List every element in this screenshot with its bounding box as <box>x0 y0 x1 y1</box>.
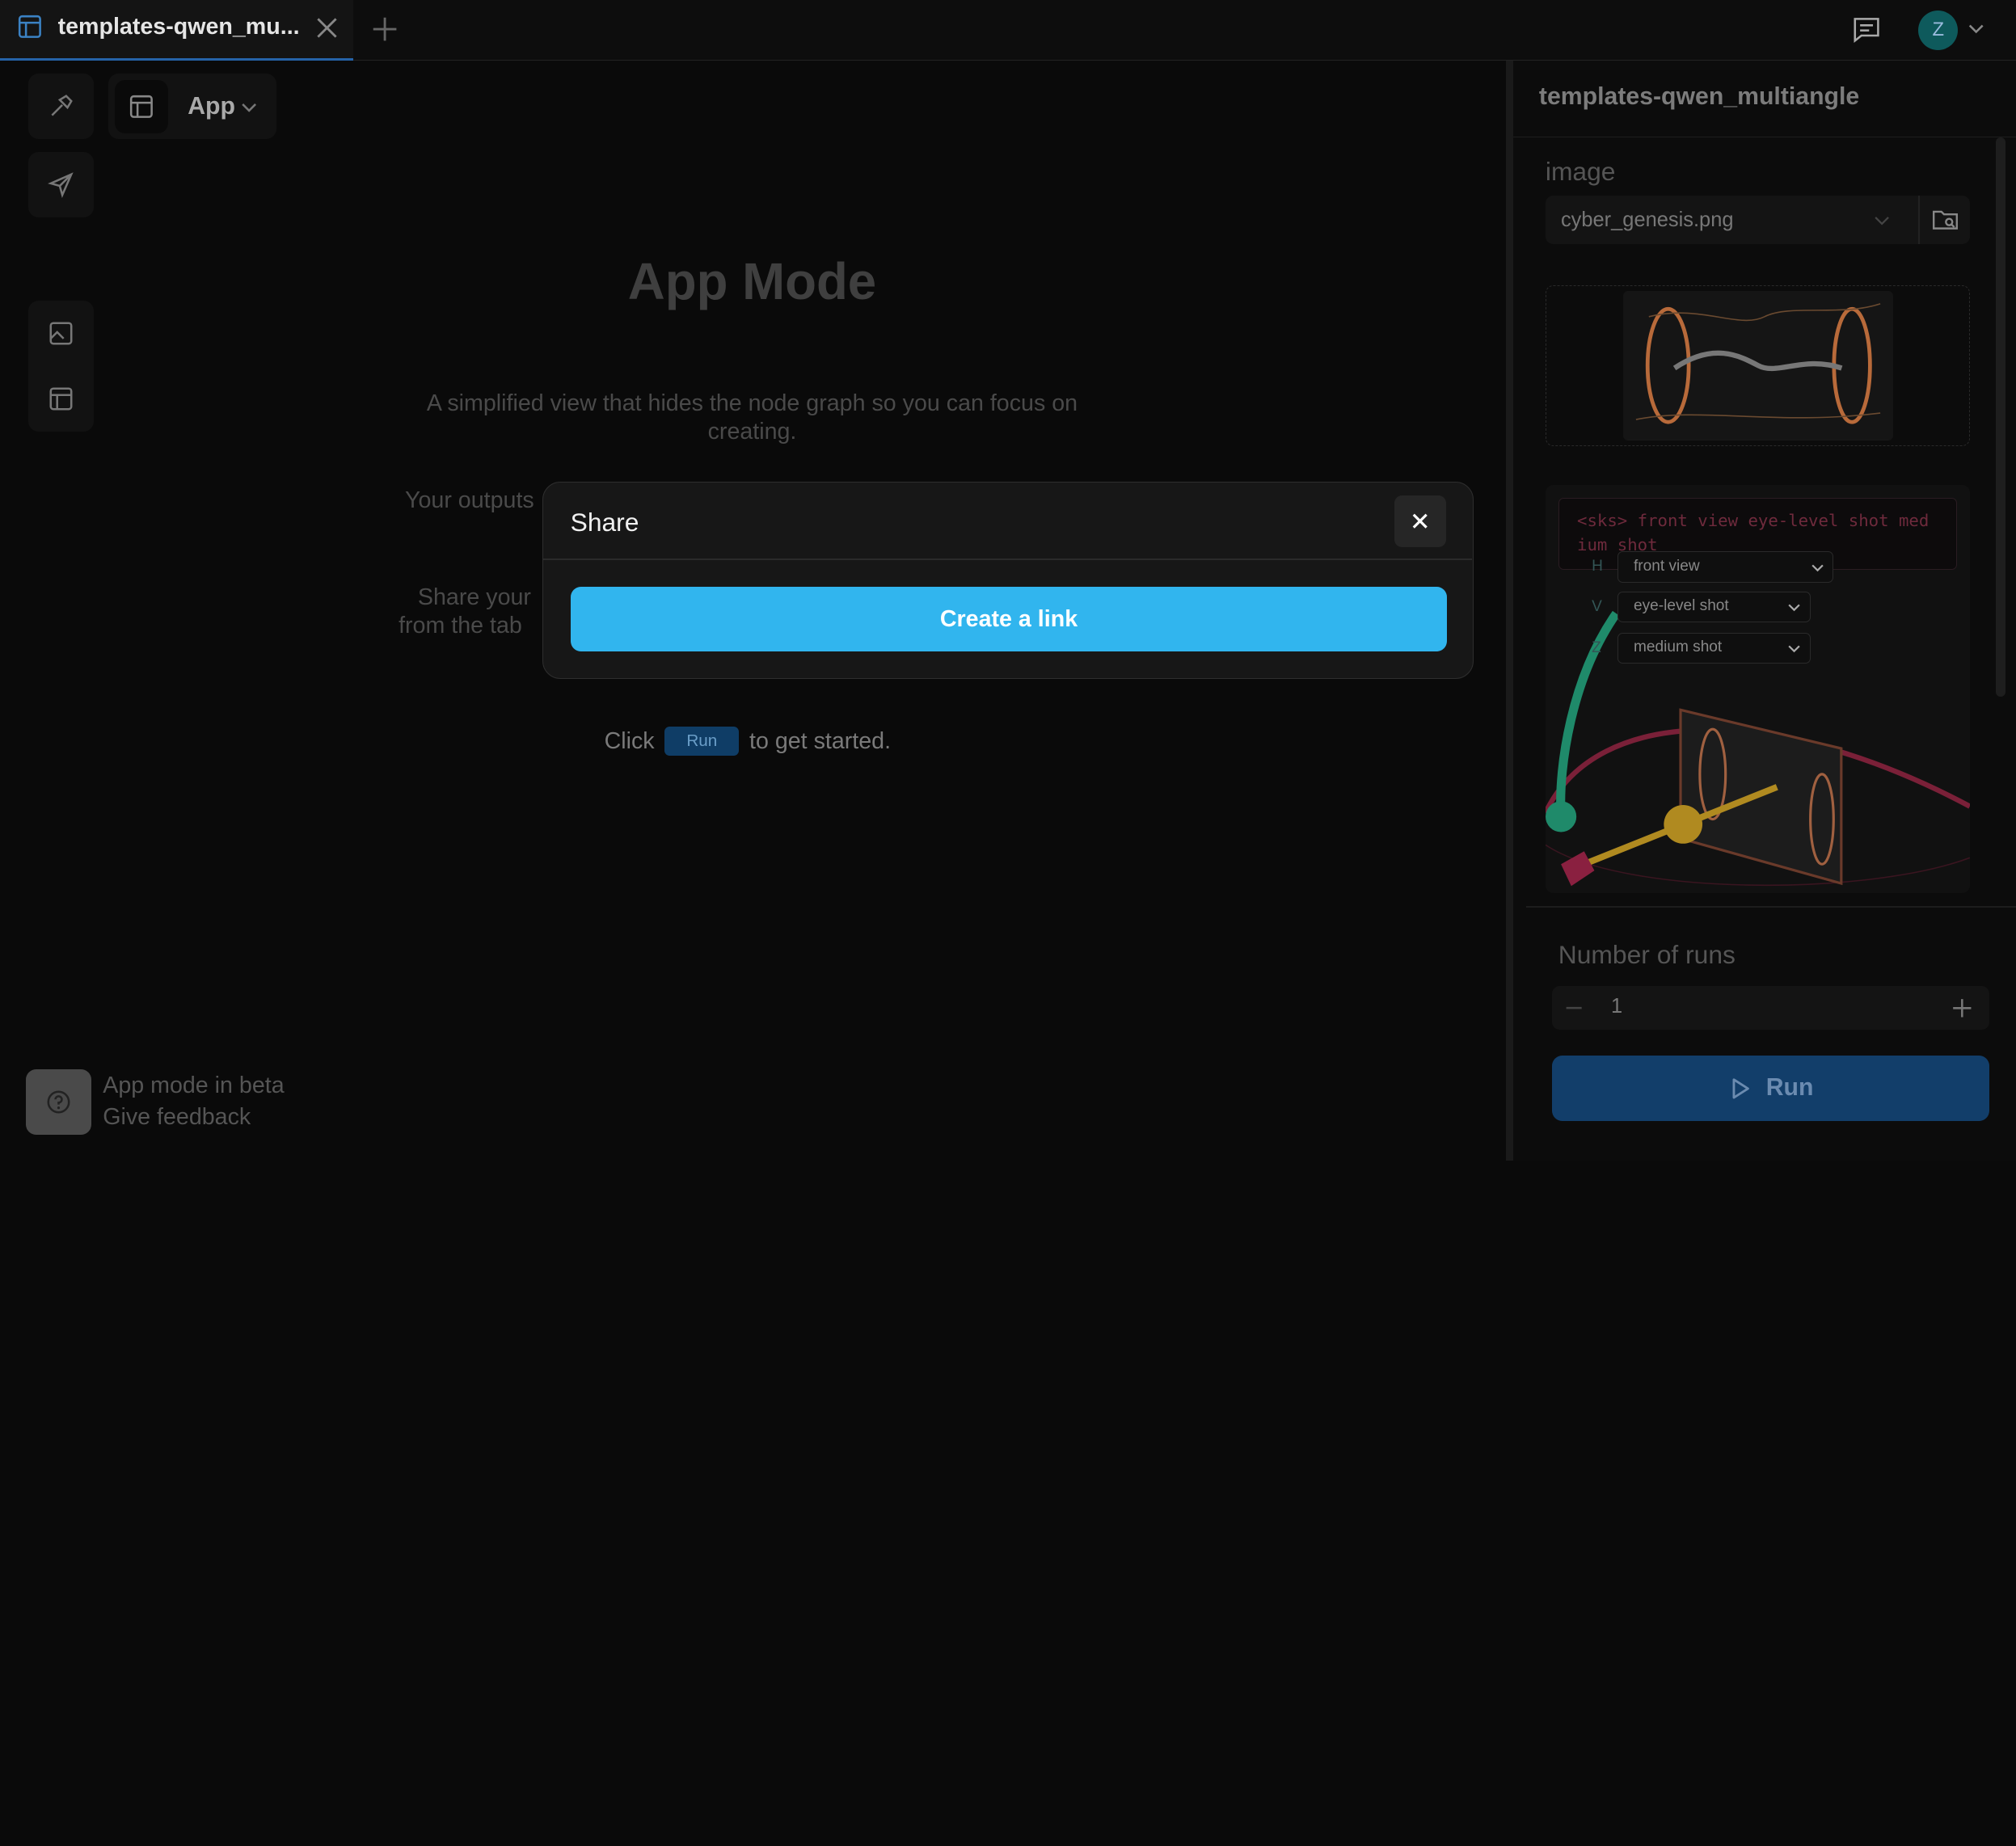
right-panel: templates-qwen_multiangle image cyber_ge… <box>1513 60 2016 1161</box>
chevron-down-icon[interactable] <box>1966 18 1986 38</box>
panel-resizer[interactable] <box>1505 60 1514 1161</box>
vertical-angle-select[interactable]: eye-level shot <box>1617 591 1811 622</box>
top-bar: templates-qwen_mu... Z <box>0 0 2016 61</box>
question-icon <box>47 1090 70 1114</box>
chevron-down-icon <box>242 103 257 112</box>
layout-icon <box>49 387 73 411</box>
close-icon <box>1412 514 1428 529</box>
panel-title: templates-qwen_multiangle <box>1538 83 1860 111</box>
minus-icon[interactable] <box>1565 999 1583 1017</box>
layout-button[interactable] <box>28 366 94 432</box>
axis-row-h: H front view <box>1592 551 1834 583</box>
divider <box>543 558 1472 560</box>
help-button[interactable] <box>25 1069 91 1136</box>
image-select[interactable]: cyber_genesis.png <box>1545 195 1970 245</box>
image-preview[interactable] <box>1545 285 1970 446</box>
folder-search-icon[interactable] <box>1931 205 1959 234</box>
click-text: Click <box>604 727 655 754</box>
chevron-down-icon <box>1788 645 1800 653</box>
create-link-button[interactable]: Create a link <box>570 587 1448 651</box>
file-name: cyber_genesis.png <box>1560 208 1734 231</box>
select-value: medium shot <box>1634 638 1723 655</box>
runs-label: Number of runs <box>1558 939 1736 969</box>
tab-label: templates-qwen_mu... <box>57 14 300 40</box>
runs-stepper[interactable]: 1 <box>1551 985 1989 1030</box>
axis-letter: Z <box>1592 639 1601 656</box>
image-icon <box>49 322 73 345</box>
dialog-title: Share <box>570 507 639 537</box>
image-thumbnail <box>1623 291 1894 440</box>
send-icon <box>48 172 74 198</box>
axis-letter: H <box>1592 558 1603 575</box>
divider <box>1513 136 2016 138</box>
plus-icon[interactable] <box>369 14 400 44</box>
get-started-text: to get started. <box>749 727 892 754</box>
runs-value[interactable]: 1 <box>1611 995 1622 1018</box>
send-button[interactable] <box>27 151 95 217</box>
feedback-link[interactable]: Give feedback <box>103 1104 251 1131</box>
beta-label: App mode in beta <box>103 1072 285 1098</box>
axis-row-z: Z medium shot <box>1592 632 1811 664</box>
run-button[interactable]: Run <box>1551 1055 1989 1121</box>
panel-scrollbar[interactable] <box>1995 137 2006 698</box>
divider <box>1918 195 1920 245</box>
description-text: A simplified view that hides the node gr… <box>426 390 1078 445</box>
layout-icon <box>18 15 41 39</box>
avatar[interactable]: Z <box>1918 10 1959 51</box>
axis-row-v: V eye-level shot <box>1592 591 1811 622</box>
select-value: front view <box>1634 557 1700 575</box>
image-edit-button[interactable] <box>28 301 94 366</box>
left-sidebar <box>27 73 95 432</box>
image-label: image <box>1545 157 1616 187</box>
mode-label: App <box>188 92 235 120</box>
chat-icon[interactable] <box>1851 14 1882 44</box>
share-dialog: Share Create a link <box>542 482 1474 679</box>
run-chip: Run <box>664 726 740 757</box>
horizontal-angle-select[interactable]: front view <box>1617 551 1834 583</box>
play-icon <box>1732 1077 1749 1098</box>
divider <box>1526 906 2016 908</box>
hammer-button[interactable] <box>27 73 95 139</box>
axis-letter: V <box>1592 597 1602 615</box>
workflow-tab[interactable]: templates-qwen_mu... <box>0 0 354 61</box>
close-button[interactable] <box>1394 495 1446 547</box>
run-label: Run <box>1765 1074 1814 1102</box>
page-title: App Mode <box>627 252 877 310</box>
select-value: eye-level shot <box>1634 597 1729 615</box>
app-root: templates-qwen_mu... Z App App Mode A si… <box>0 0 2016 1846</box>
sidebar-group <box>27 301 95 432</box>
close-icon[interactable] <box>313 14 341 42</box>
layout-icon <box>114 79 169 134</box>
camera-angle-widget[interactable]: <sks> front view eye-level shot medium s… <box>1545 484 1970 894</box>
hammer-icon <box>51 94 73 116</box>
chevron-down-icon <box>1875 216 1890 225</box>
zoom-select[interactable]: medium shot <box>1617 632 1811 664</box>
plus-icon[interactable] <box>1951 997 1974 1020</box>
chevron-down-icon <box>1788 604 1800 612</box>
get-started-line: Click Run to get started. <box>604 726 892 757</box>
mode-selector[interactable]: App <box>108 73 276 139</box>
chevron-down-icon <box>1811 564 1824 572</box>
